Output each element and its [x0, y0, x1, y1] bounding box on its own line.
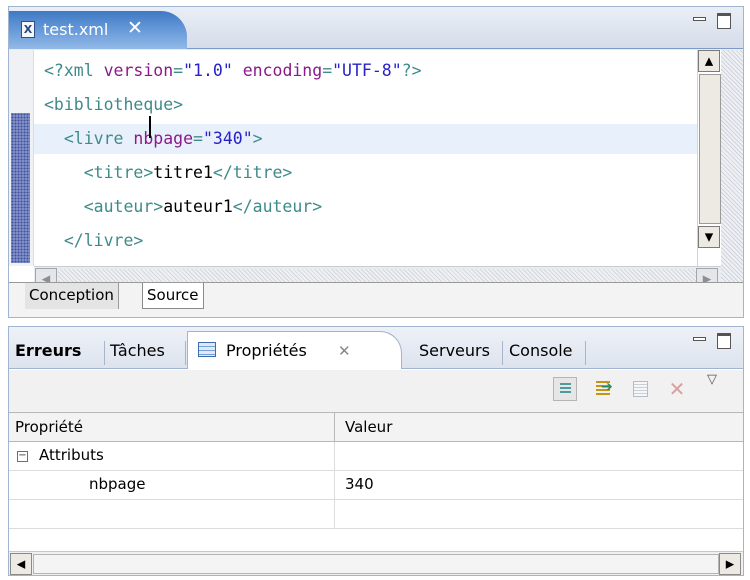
tab-proprietes-label: Propriétés: [226, 341, 307, 360]
tab-label: test.xml: [43, 20, 109, 39]
xml-attribute-token: encoding: [242, 61, 323, 80]
views-tab-bar: Erreurs Tâches Propriétés ✕ Serveurs Con…: [9, 327, 743, 369]
arrow-right-icon: ▶: [725, 557, 735, 571]
property-name: Attributs: [39, 446, 104, 464]
table-header: Propriété Valeur: [9, 412, 743, 442]
tab-source[interactable]: Source: [142, 283, 204, 309]
table-row[interactable]: nbpage 340: [9, 471, 743, 500]
xml-tag-token: </auteur>: [232, 197, 323, 216]
code-line[interactable]: <?xml version="1.0" encoding="UTF-8"?>: [34, 56, 697, 86]
xml-attribute-token: version: [103, 61, 174, 80]
column-divider: [334, 471, 335, 500]
xml-text-token: titre1: [153, 163, 213, 182]
xml-file-icon: X: [21, 21, 35, 38]
code-area[interactable]: <?xml version="1.0" encoding="UTF-8"?> <b…: [34, 50, 697, 266]
restore-default-icon[interactable]: [629, 377, 653, 401]
xml-value-token: "UTF-8": [332, 61, 402, 80]
tab-divider: [185, 341, 186, 365]
property-name: nbpage: [89, 475, 146, 493]
column-divider: [334, 442, 335, 471]
collapse-icon[interactable]: −: [17, 451, 28, 462]
xml-value-token: "1.0": [183, 61, 233, 80]
views-panel: Erreurs Tâches Propriétés ✕ Serveurs Con…: [8, 326, 744, 576]
xml-tag-token: <bibliotheque>: [44, 95, 184, 114]
property-value[interactable]: 340: [345, 475, 374, 493]
text-caret: [149, 116, 151, 138]
properties-toolbar: ✕ ▽: [9, 370, 743, 412]
xml-text-token: auteur1: [163, 197, 233, 216]
editor-ruler: [9, 50, 34, 266]
xml-tag-token: =: [173, 61, 184, 80]
view-menu-icon[interactable]: ▽: [707, 372, 723, 388]
arrow-up-icon: ▲: [704, 54, 714, 68]
xml-tag-token: <titre>: [44, 163, 154, 182]
close-tab-icon[interactable]: ✕: [127, 17, 143, 39]
tab-taches[interactable]: Tâches: [110, 335, 165, 367]
code-line[interactable]: <bibliotheque>: [34, 90, 697, 120]
table-row[interactable]: [9, 500, 743, 529]
scroll-up-button[interactable]: ▲: [698, 50, 720, 72]
minimize-icon[interactable]: [693, 17, 706, 21]
code-line[interactable]: </livre>: [34, 226, 697, 256]
tab-divider: [104, 341, 105, 365]
xml-attribute-token: nbpage: [133, 129, 194, 148]
tab-divider: [585, 341, 586, 365]
tab-test-xml[interactable]: X test.xml ✕: [9, 11, 187, 49]
tab-divider: [502, 341, 503, 365]
horizontal-scrollbar[interactable]: ◀ ▶: [9, 551, 743, 575]
xml-tag-token: </livre>: [44, 231, 144, 250]
scroll-thumb[interactable]: [33, 554, 719, 574]
scroll-down-button[interactable]: ▼: [698, 226, 720, 248]
close-view-icon[interactable]: ✕: [338, 335, 351, 367]
xml-tag-token: ?>: [401, 61, 422, 80]
maximize-icon[interactable]: [717, 333, 731, 349]
table-row[interactable]: − Attributs: [9, 442, 743, 471]
editor-tab-bar: X test.xml ✕: [9, 7, 743, 49]
code-line[interactable]: <auteur>auteur1</auteur>: [34, 192, 697, 222]
properties-table-icon: [198, 342, 216, 357]
tab-proprietes[interactable]: Propriétés ✕: [187, 331, 402, 369]
minimize-icon[interactable]: [693, 337, 706, 341]
overview-ruler: [721, 50, 743, 282]
show-advanced-icon[interactable]: [593, 377, 617, 401]
tab-erreurs[interactable]: Erreurs: [15, 335, 81, 367]
xml-tag-token: =: [193, 129, 203, 148]
column-header-valeur[interactable]: Valeur: [345, 418, 392, 436]
column-header-propriete[interactable]: Propriété: [15, 418, 83, 436]
xml-tag-token: </titre>: [212, 163, 293, 182]
xml-tag-token: [233, 61, 243, 80]
scroll-right-button[interactable]: ▶: [719, 553, 741, 575]
scroll-thumb[interactable]: [699, 74, 721, 224]
show-categories-icon[interactable]: [553, 377, 577, 401]
column-divider: [334, 500, 335, 529]
tab-console[interactable]: Console: [509, 335, 573, 367]
delete-icon[interactable]: ✕: [665, 377, 689, 401]
xml-tag-token: <?xml: [44, 61, 104, 80]
editor-window-controls: [693, 13, 737, 29]
column-divider[interactable]: [334, 413, 335, 442]
xml-source-editor[interactable]: <?xml version="1.0" encoding="UTF-8"?> <b…: [9, 50, 743, 290]
vertical-scrollbar[interactable]: ▲ ▼: [697, 50, 721, 266]
xml-value-token: "340": [202, 129, 253, 148]
tab-conception[interactable]: Conception: [25, 283, 119, 309]
selection-range-marker: [11, 113, 30, 263]
scroll-left-button[interactable]: ◀: [10, 553, 32, 575]
editor-mode-tabs: Conception Source: [9, 282, 743, 317]
xml-tag-token: =: [322, 61, 333, 80]
code-line[interactable]: <titre>titre1</titre>: [34, 158, 697, 188]
code-line[interactable]: <livre nbpage="340">: [34, 124, 697, 154]
editor-panel: X test.xml ✕ <?xml version="1.0" encodin…: [8, 6, 744, 318]
tab-serveurs[interactable]: Serveurs: [419, 335, 490, 367]
xml-tag-token: >: [252, 129, 263, 148]
maximize-icon[interactable]: [717, 13, 731, 29]
xml-tag-token: <livre: [44, 129, 134, 148]
view-window-controls: [693, 333, 737, 349]
arrow-left-icon: ◀: [16, 557, 26, 571]
arrow-down-icon: ▼: [704, 230, 714, 244]
xml-tag-token: <auteur>: [44, 197, 164, 216]
